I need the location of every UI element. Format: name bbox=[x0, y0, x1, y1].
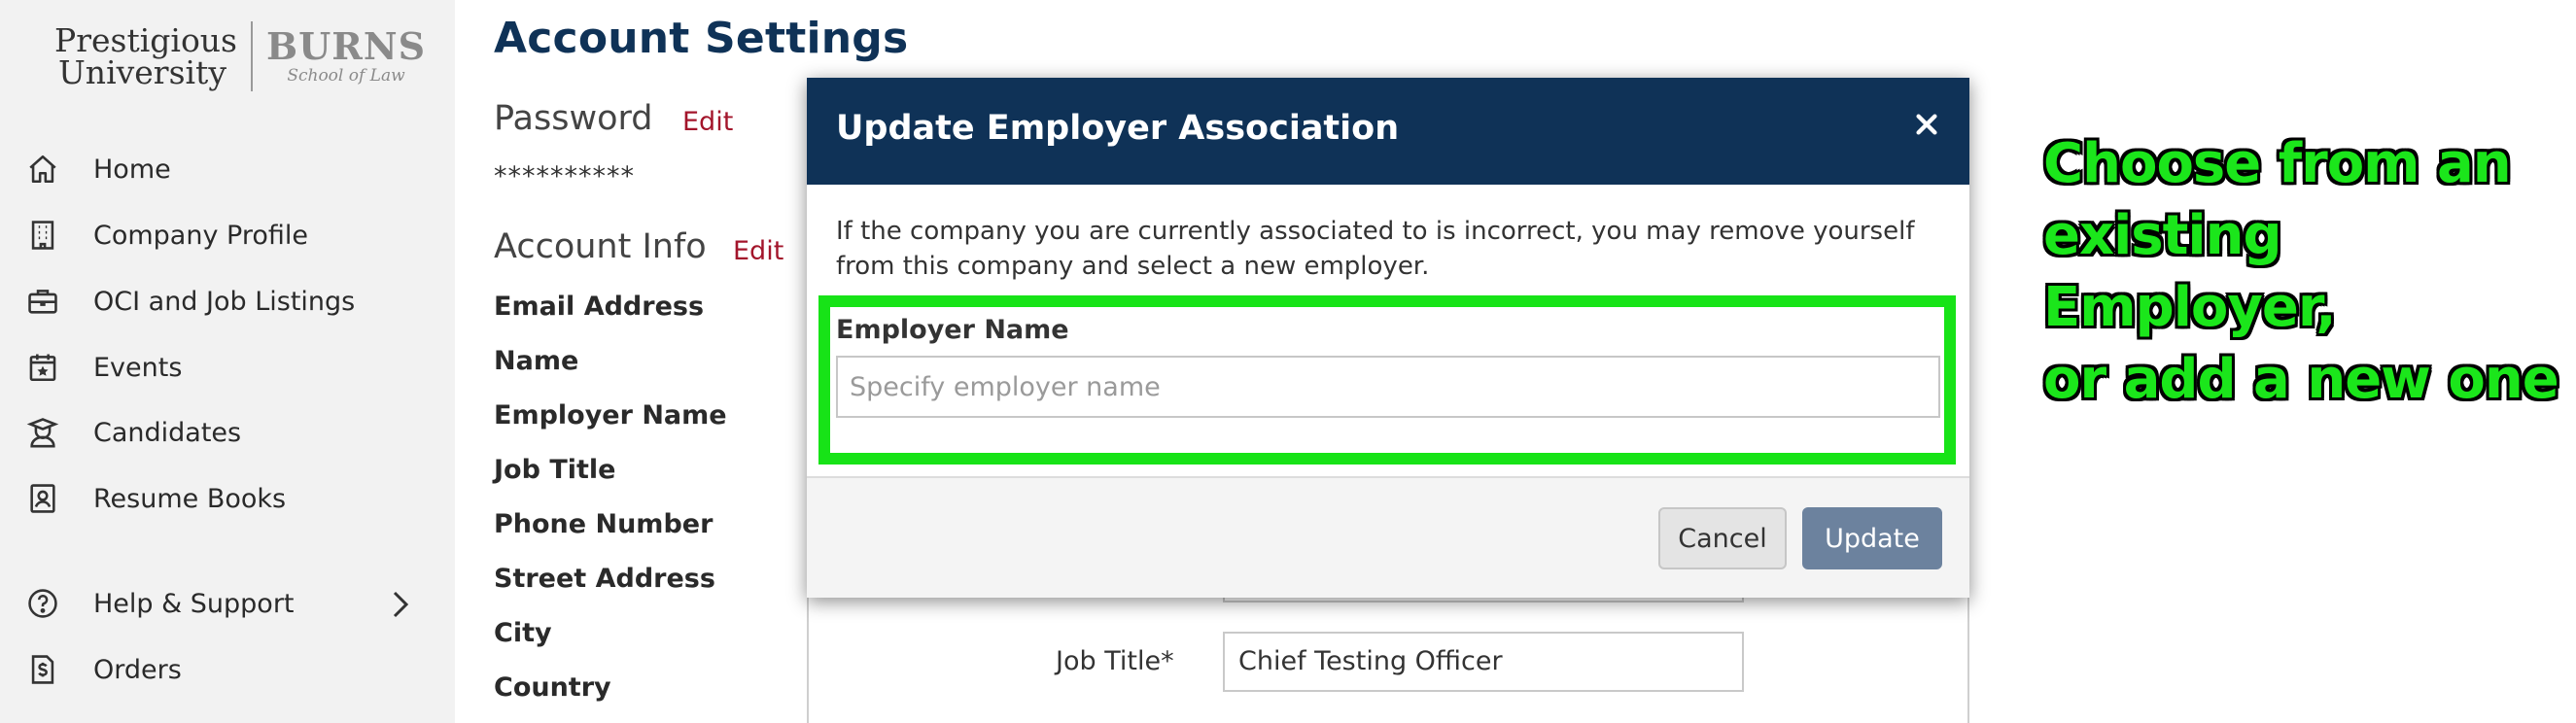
home-icon bbox=[25, 152, 60, 187]
briefcase-icon bbox=[25, 284, 60, 319]
logo-line-2: University bbox=[58, 53, 226, 91]
annotation-callout: Choose from an existing Employer, or add… bbox=[2043, 128, 2576, 416]
password-masked-value: ********** bbox=[494, 161, 635, 191]
job-title-input[interactable]: Chief Testing Officer bbox=[1223, 632, 1744, 692]
question-circle-icon bbox=[25, 586, 60, 621]
sidebar-item-label: Help & Support bbox=[93, 588, 295, 619]
logo-school: BURNS School of Law bbox=[266, 27, 426, 86]
sidebar-item-company-profile[interactable]: Company Profile bbox=[25, 216, 308, 255]
graduate-icon bbox=[25, 415, 60, 450]
callout-line-3: or add a new one bbox=[2043, 348, 2559, 411]
sidebar-item-label: OCI and Job Listings bbox=[93, 286, 356, 317]
modal-title: Update Employer Association bbox=[836, 109, 1400, 148]
field-label-phone: Phone Number bbox=[494, 509, 714, 539]
sidebar-item-resume-books[interactable]: Resume Books bbox=[25, 479, 286, 518]
logo-brand: BURNS bbox=[266, 24, 427, 68]
update-button[interactable]: Update bbox=[1802, 507, 1942, 569]
employer-name-label: Employer Name bbox=[836, 315, 1069, 345]
job-title-label: Job Title* bbox=[1056, 646, 1174, 676]
modal-footer: Cancel Update bbox=[807, 476, 1969, 598]
chevron-right-icon[interactable] bbox=[387, 587, 414, 622]
account-info-heading: Account Info bbox=[494, 227, 707, 266]
field-label-city: City bbox=[494, 618, 552, 648]
cancel-button[interactable]: Cancel bbox=[1658, 507, 1787, 569]
sidebar-item-candidates[interactable]: Candidates bbox=[25, 413, 241, 452]
field-label-name: Name bbox=[494, 346, 579, 376]
sidebar-item-oci-job-listings[interactable]: OCI and Job Listings bbox=[25, 282, 355, 321]
account-info-edit-link[interactable]: Edit bbox=[733, 236, 783, 266]
logo-line-1: Prestigious bbox=[54, 21, 237, 59]
field-label-country: Country bbox=[494, 672, 611, 703]
logo-wordmark: Prestigious University bbox=[54, 24, 237, 88]
sidebar-item-events[interactable]: Events bbox=[25, 348, 182, 387]
logo-subtitle: School of Law bbox=[287, 66, 405, 86]
sidebar-item-label: Company Profile bbox=[93, 220, 308, 251]
page-title: Account Settings bbox=[494, 14, 909, 63]
logo-divider bbox=[251, 21, 253, 91]
modal-header: Update Employer Association bbox=[807, 78, 1969, 185]
field-label-email: Email Address bbox=[494, 292, 705, 322]
modal-description: If the company you are currently associa… bbox=[836, 217, 1915, 281]
callout-line-2: existing Employer, bbox=[2043, 204, 2337, 339]
university-logo[interactable]: Prestigious University BURNS School of L… bbox=[54, 21, 426, 91]
field-label-street: Street Address bbox=[494, 564, 715, 594]
password-edit-link[interactable]: Edit bbox=[682, 107, 733, 137]
employer-name-input[interactable] bbox=[836, 356, 1940, 418]
close-icon[interactable] bbox=[1909, 105, 1944, 144]
sidebar-item-label: Home bbox=[93, 154, 171, 185]
receipt-dollar-icon bbox=[25, 652, 60, 687]
field-label-job-title: Job Title bbox=[494, 455, 616, 485]
id-badge-icon bbox=[25, 481, 60, 516]
callout-line-1: Choose from an bbox=[2043, 132, 2512, 195]
sidebar-item-label: Orders bbox=[93, 654, 182, 685]
password-heading: Password bbox=[494, 99, 653, 138]
sidebar-item-label: Events bbox=[93, 352, 183, 383]
update-employer-modal: Update Employer Association If the compa… bbox=[807, 78, 1969, 598]
sidebar: Prestigious University BURNS School of L… bbox=[0, 0, 455, 723]
building-icon bbox=[25, 218, 60, 253]
calendar-star-icon bbox=[25, 350, 60, 385]
sidebar-item-orders[interactable]: Orders bbox=[25, 650, 182, 689]
sidebar-item-label: Candidates bbox=[93, 417, 242, 448]
sidebar-item-help-support[interactable]: Help & Support bbox=[25, 584, 295, 623]
field-label-employer: Employer Name bbox=[494, 400, 727, 430]
sidebar-item-home[interactable]: Home bbox=[25, 150, 171, 189]
sidebar-item-label: Resume Books bbox=[93, 483, 287, 514]
